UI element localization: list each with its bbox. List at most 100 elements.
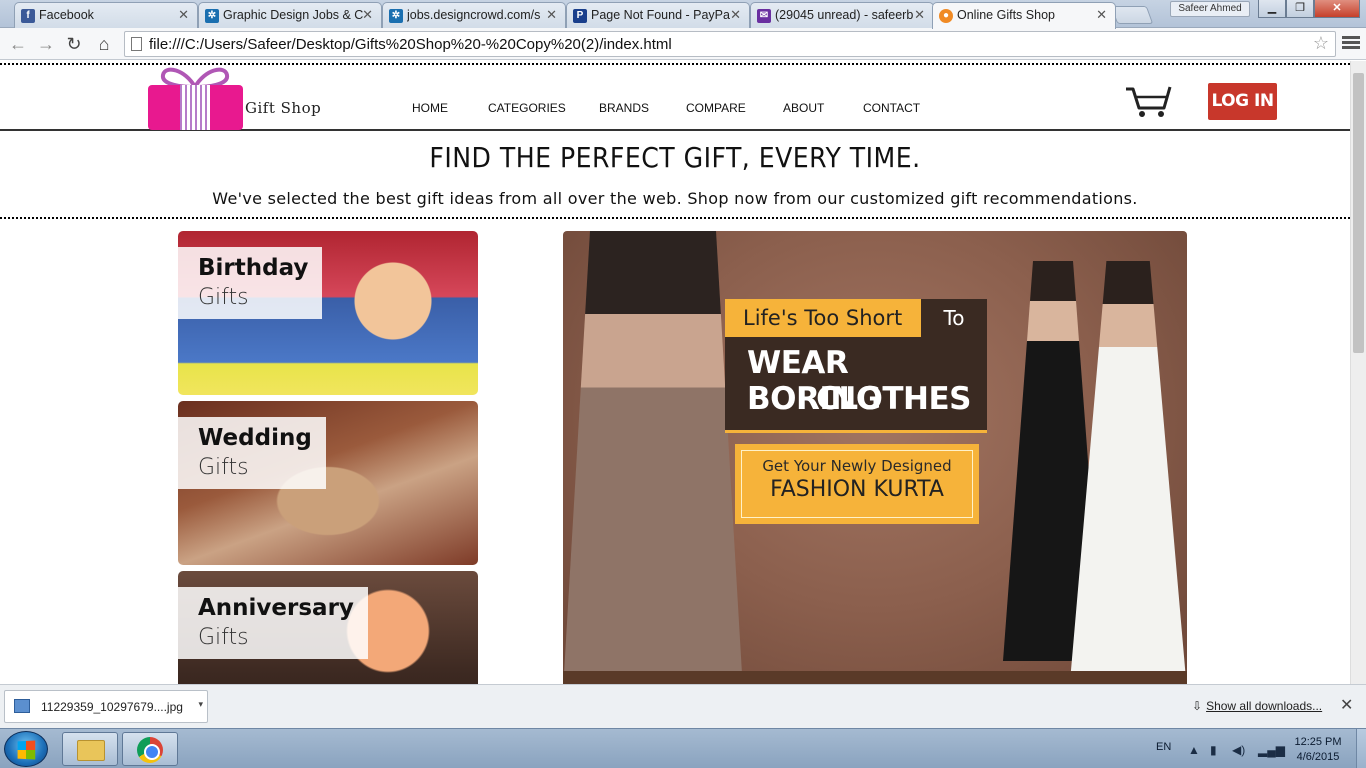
close-icon[interactable]: ✕ [730, 7, 741, 23]
tab-title: Online Gifts Shop [957, 8, 1055, 22]
facebook-icon: f [21, 9, 35, 23]
window-close-button[interactable]: ✕ [1314, 0, 1360, 18]
language-indicator[interactable]: EN [1156, 741, 1171, 753]
category-card-anniversary[interactable]: Anniversary Gifts [178, 571, 478, 684]
category-label: Wedding Gifts [178, 417, 326, 489]
battery-icon[interactable]: ▮ [1210, 743, 1217, 757]
close-icon[interactable]: ✕ [1096, 7, 1107, 23]
start-button[interactable] [4, 731, 48, 767]
address-text: file:///C:/Users/Safeer/Desktop/Gifts%20… [149, 36, 672, 53]
banner-cta[interactable]: Get Your Newly Designed FASHION KURTA [735, 444, 979, 524]
minimize-button[interactable]: ▁ [1258, 0, 1286, 18]
download-item[interactable]: 11229359_10297679....jpg ▾ [4, 690, 208, 723]
nav-brands[interactable]: BRANDS [599, 101, 649, 115]
browser-toolbar: ← → ↻ ⌂ file:///C:/Users/Safeer/Desktop/… [0, 28, 1366, 60]
category-title: Birthday [198, 255, 309, 281]
site-icon: ● [939, 9, 953, 23]
logo-text: Gift Shop [245, 99, 322, 117]
show-all-downloads-link[interactable]: ⇩ Show all downloads... [1192, 699, 1322, 713]
banner-cta-small: Get Your Newly Designed [762, 457, 952, 475]
show-desktop-button[interactable] [1356, 729, 1366, 768]
promo-banner[interactable]: Life's Too Short To WEAR BORING CLOTHES … [563, 231, 1187, 684]
tab-graphic-design-jobs[interactable]: ✲ Graphic Design Jobs & C ✕ [198, 2, 382, 28]
image-file-icon [14, 699, 30, 713]
address-bar[interactable]: file:///C:/Users/Safeer/Desktop/Gifts%20… [124, 31, 1336, 57]
tab-title: (29045 unread) - safeerb [775, 8, 914, 22]
login-button[interactable]: LOG IN [1208, 83, 1277, 120]
page-icon [131, 37, 142, 51]
cart-icon[interactable] [1124, 83, 1172, 119]
category-subtitle: Gifts [198, 455, 249, 480]
tab-mail[interactable]: ✉ (29045 unread) - safeerb ✕ [750, 2, 934, 28]
divider [0, 217, 1350, 219]
taskbar-explorer[interactable] [62, 732, 118, 766]
home-icon[interactable]: ⌂ [92, 32, 116, 56]
maximize-button[interactable]: ❐ [1286, 0, 1314, 18]
nav-categories[interactable]: CATEGORIES [488, 101, 566, 115]
scrollbar-thumb[interactable] [1353, 73, 1364, 353]
close-icon[interactable]: ✕ [362, 7, 373, 23]
network-icon[interactable]: ▂▄▆ [1258, 743, 1285, 757]
tray-expand-icon[interactable]: ▲ [1188, 743, 1200, 757]
close-icon[interactable]: ✕ [178, 7, 189, 23]
tab-paypal[interactable]: P Page Not Found - PayPa ✕ [566, 2, 750, 28]
model-image [563, 231, 743, 684]
banner-tagline-to: To [921, 299, 987, 337]
hero-subtitle: We've selected the best gift ideas from … [212, 189, 1138, 208]
page-viewport: Gift Shop HOME CATEGORIES BRANDS COMPARE… [0, 61, 1350, 684]
close-icon[interactable]: ✕ [1340, 695, 1353, 715]
folder-icon [77, 740, 105, 761]
download-filename: 11229359_10297679....jpg [41, 700, 183, 714]
mail-icon: ✉ [757, 9, 771, 23]
tab-strip: f Facebook ✕ ✲ Graphic Design Jobs & C ✕… [0, 0, 1366, 29]
windows-logo-icon [17, 740, 36, 760]
taskbar-chrome[interactable] [122, 732, 178, 766]
designcrowd-icon: ✲ [389, 9, 403, 23]
tab-online-gifts-shop[interactable]: ● Online Gifts Shop ✕ [932, 2, 1116, 29]
category-label: Anniversary Gifts [178, 587, 368, 659]
logo[interactable] [148, 85, 243, 130]
tab-title: Graphic Design Jobs & C [223, 8, 363, 22]
nav-contact[interactable]: CONTACT [863, 101, 920, 115]
banner-floor [563, 671, 1187, 684]
clock[interactable]: 12:25 PM 4/6/2015 [1288, 735, 1348, 765]
menu-icon[interactable] [1342, 34, 1360, 52]
category-card-wedding[interactable]: Wedding Gifts [178, 401, 478, 565]
tab-title: Page Not Found - PayPa [591, 8, 730, 22]
tab-title: jobs.designcrowd.com/s [407, 8, 541, 22]
chevron-down-icon[interactable]: ▾ [198, 699, 203, 710]
nav-home[interactable]: HOME [412, 101, 448, 115]
volume-icon[interactable]: ◀) [1232, 743, 1245, 757]
profile-button[interactable]: Safeer Ahmed [1170, 1, 1250, 17]
tab-facebook[interactable]: f Facebook ✕ [14, 2, 198, 28]
back-icon[interactable]: ← [6, 32, 30, 56]
category-title: Anniversary [198, 595, 354, 621]
reload-icon[interactable]: ↻ [62, 32, 86, 56]
designcrowd-icon: ✲ [205, 9, 219, 23]
chrome-icon [137, 737, 163, 763]
new-tab-button[interactable] [1110, 6, 1154, 24]
banner-tagline: Life's Too Short [725, 299, 921, 337]
nav-about[interactable]: ABOUT [783, 101, 824, 115]
category-subtitle: Gifts [198, 625, 249, 650]
banner-headline-line2: CLOTHES [816, 381, 971, 417]
bookmark-star-icon[interactable]: ☆ [1313, 33, 1329, 54]
hero-title: FIND THE PERFECT GIFT, EVERY TIME. [429, 141, 921, 174]
download-bar: 11229359_10297679....jpg ▾ ⇩ Show all dow… [0, 684, 1366, 728]
forward-icon[interactable]: → [34, 32, 58, 56]
nav-compare[interactable]: COMPARE [686, 101, 746, 115]
tab-title: Facebook [39, 8, 94, 22]
clock-time: 12:25 PM [1294, 736, 1342, 748]
category-label: Birthday Gifts [178, 247, 323, 319]
tab-designcrowd-jobs[interactable]: ✲ jobs.designcrowd.com/s ✕ [382, 2, 566, 28]
paypal-icon: P [573, 9, 587, 23]
page-scrollbar[interactable] [1350, 61, 1366, 684]
banner-cta-big: FASHION KURTA [770, 477, 944, 502]
banner-headline: WEAR BORING CLOTHES [725, 337, 987, 433]
windows-taskbar: EN ▲ ▮ ◀) ▂▄▆ 12:25 PM 4/6/2015 [0, 728, 1366, 768]
category-subtitle: Gifts [198, 285, 249, 310]
close-icon[interactable]: ✕ [546, 7, 557, 23]
category-card-birthday[interactable]: Birthday Gifts [178, 231, 478, 395]
close-icon[interactable]: ✕ [914, 7, 925, 23]
site-header: Gift Shop HOME CATEGORIES BRANDS COMPARE… [0, 65, 1350, 131]
